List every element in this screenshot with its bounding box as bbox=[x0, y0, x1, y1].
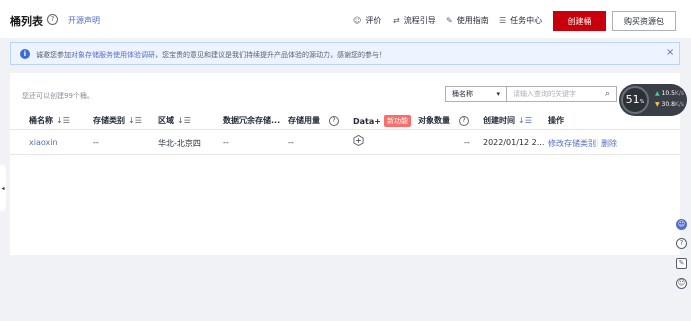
download-arrow-icon: ▼ bbox=[655, 101, 660, 108]
sort-icon[interactable]: ↓☰ bbox=[128, 116, 142, 125]
create-bucket-button[interactable]: 创建桶 bbox=[553, 11, 606, 31]
bucket-name-link[interactable]: xiaoxin bbox=[29, 138, 58, 147]
action-divider: | bbox=[596, 138, 599, 147]
col-name-label: 桶名称 bbox=[29, 116, 53, 125]
feedback-icon[interactable]: ✎ bbox=[676, 258, 687, 269]
chat-icon[interactable]: ☺ bbox=[676, 219, 687, 230]
info-icon: i bbox=[20, 49, 30, 59]
col-created[interactable]: 创建时间 ↓☰ bbox=[483, 115, 532, 126]
col-dataplus: Data+ 新功能 bbox=[353, 115, 411, 127]
task-center-label: 任务中心 bbox=[510, 16, 543, 25]
help-icon[interactable]: ? bbox=[329, 115, 339, 126]
col-dataplus-label: Data+ bbox=[353, 116, 381, 126]
upload-arrow-icon: ▲ bbox=[655, 90, 660, 97]
sort-icon[interactable]: ↓☰ bbox=[518, 116, 532, 125]
help-icon[interactable]: ? bbox=[47, 14, 58, 25]
col-objects: 对象数量 ? bbox=[418, 115, 469, 126]
cell-region: 华北-北京四 bbox=[158, 139, 201, 148]
col-objects-label: 对象数量 bbox=[418, 116, 450, 125]
cell-storage-class: -- bbox=[93, 138, 99, 147]
table-header: 桶名称 ↓☰ 存储类别 ↓☰ 区域 ↓☰ 数据冗余存储... 存储用量 ? Da… bbox=[10, 109, 680, 130]
help-icon[interactable]: ? bbox=[676, 238, 687, 249]
upload-speed: ▲ 10.5K/s bbox=[655, 90, 684, 97]
help-icon[interactable]: ? bbox=[459, 115, 469, 126]
survey-link[interactable]: 对象存储服务使用体验调研 bbox=[71, 51, 155, 59]
usage-guide-button[interactable]: ✎ 使用指南 bbox=[446, 15, 489, 26]
cpu-percent-unit: % bbox=[639, 99, 645, 105]
usage-guide-label: 使用指南 bbox=[456, 16, 489, 25]
download-unit: K/s bbox=[674, 101, 684, 108]
rate-label: 评价 bbox=[365, 16, 382, 25]
flow-guide-button[interactable]: ⇄ 流程引导 bbox=[393, 15, 436, 26]
rate-button[interactable]: ☺ 评价 bbox=[353, 15, 381, 26]
search-icon[interactable]: ⌕ bbox=[605, 89, 610, 99]
notice-prefix: 诚邀您参加 bbox=[36, 51, 71, 59]
task-icon: ☰ bbox=[499, 16, 507, 25]
notice-text: 诚邀您参加对象存储服务使用体验调研，您宝贵的意见和建议是我们持续提升产品体验的源… bbox=[36, 50, 386, 60]
delete-link[interactable]: 删除 bbox=[601, 138, 617, 149]
col-usage: 存储用量 ? bbox=[288, 115, 339, 126]
col-actions-label: 操作 bbox=[548, 116, 564, 125]
download-speed: ▼ 30.8K/s bbox=[655, 101, 684, 108]
network-speed-widget[interactable]: 51% ▲ 10.5K/s ▼ 30.8K/s bbox=[619, 84, 687, 116]
bucket-quota-hint: 您还可以创建99个桶。 bbox=[22, 92, 94, 100]
sort-icon[interactable]: ↓☰ bbox=[56, 116, 70, 125]
sort-icon[interactable]: ↓☰ bbox=[177, 116, 191, 125]
new-feature-badge: 新功能 bbox=[383, 115, 411, 127]
col-region-label: 区域 bbox=[158, 116, 174, 125]
cell-created: 2022/01/12 2... bbox=[483, 138, 545, 147]
download-value: 30.8 bbox=[661, 101, 675, 108]
col-storage-class-label: 存储类别 bbox=[93, 116, 125, 125]
col-storage-class[interactable]: 存储类别 ↓☰ bbox=[93, 115, 142, 126]
cell-usage: -- bbox=[288, 138, 294, 147]
flow-guide-label: 流程引导 bbox=[403, 16, 436, 25]
table-row: xiaoxin -- 华北-北京四 -- -- -- 2022/01/12 2.… bbox=[10, 130, 680, 155]
task-center-button[interactable]: ☰ 任务中心 bbox=[499, 15, 542, 26]
bucket-panel: 您还可以创建99个桶。 桶名称 ▾ 请输入查询的关键字 ⌕ 桶名称 ↓☰ 存储类… bbox=[10, 73, 680, 255]
col-actions: 操作 bbox=[548, 115, 564, 126]
cpu-percent: 51 bbox=[625, 93, 640, 106]
chevron-left-icon: ◂ bbox=[1, 184, 5, 192]
upload-value: 10.5 bbox=[661, 90, 675, 97]
col-region[interactable]: 区域 ↓☰ bbox=[158, 115, 191, 126]
page-header: 桶列表 ? 开源声明 ☺ 评价 ⇄ 流程引导 ✎ 使用指南 ☰ 任务中心 创建桶… bbox=[0, 0, 691, 38]
page-title: 桶列表 bbox=[10, 15, 43, 28]
cpu-usage-gauge: 51% bbox=[621, 86, 649, 114]
dataplus-icon[interactable] bbox=[353, 135, 364, 146]
guide-icon: ✎ bbox=[446, 16, 453, 25]
col-usage-label: 存储用量 bbox=[288, 116, 320, 125]
modify-storage-class-link[interactable]: 修改存储类别 bbox=[548, 138, 596, 149]
col-redundancy-label: 数据冗余存储... bbox=[223, 116, 281, 125]
notice-suffix: ，您宝贵的意见和建议是我们持续提升产品体验的源动力，感谢您的参与！ bbox=[155, 51, 386, 59]
upload-unit: K/s bbox=[674, 90, 684, 97]
caret-down-icon: ▾ bbox=[496, 90, 500, 98]
survey-notice: i 诚邀您参加对象存储服务使用体验调研，您宝贵的意见和建议是我们持续提升产品体验… bbox=[10, 42, 680, 65]
buy-package-button[interactable]: 购买资源包 bbox=[612, 11, 676, 31]
filter-field-select[interactable]: 桶名称 ▾ bbox=[445, 86, 507, 102]
cell-redundancy: -- bbox=[223, 138, 229, 147]
smile-icon: ☺ bbox=[353, 16, 362, 25]
search-input[interactable]: 请输入查询的关键字 ⌕ bbox=[507, 86, 617, 102]
col-name[interactable]: 桶名称 ↓☰ bbox=[29, 115, 70, 126]
open-source-link[interactable]: 开源声明 bbox=[68, 15, 100, 26]
close-icon[interactable]: × bbox=[666, 47, 674, 58]
search-placeholder: 请输入查询的关键字 bbox=[513, 90, 576, 98]
col-redundancy: 数据冗余存储... bbox=[223, 115, 280, 126]
filter-field-value: 桶名称 bbox=[452, 90, 473, 98]
flow-icon: ⇄ bbox=[393, 16, 400, 25]
sidebar-collapse-tab[interactable]: ◂ bbox=[0, 165, 6, 211]
col-created-label: 创建时间 bbox=[483, 116, 515, 125]
cell-objects: -- bbox=[464, 138, 470, 147]
smile-icon[interactable]: ☺ bbox=[676, 278, 687, 289]
